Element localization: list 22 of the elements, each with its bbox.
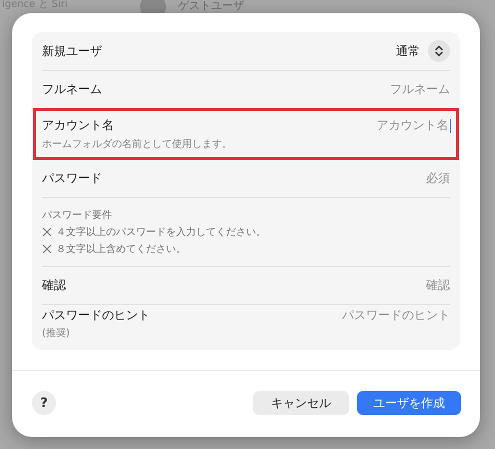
- input-field[interactable]: パスワードのヒント: [342, 307, 450, 324]
- field-label: 新規ユーザ: [42, 42, 102, 60]
- input-field[interactable]: 必須: [426, 170, 450, 187]
- field-caption: ホームフォルダの名前として使用します。: [42, 138, 233, 151]
- field-label: パスワードのヒント: [42, 307, 150, 324]
- field-label: フルネーム: [42, 81, 102, 98]
- requirement-text: ４文字以上のパスワードを入力してください。: [56, 226, 266, 239]
- user-list-item: ゲストユーザ: [178, 0, 244, 12]
- create-user-button[interactable]: ユーザを作成: [357, 391, 461, 415]
- input-field[interactable]: フルネーム: [390, 81, 450, 98]
- requirement-text: ８文字以上含めてください。: [56, 242, 186, 256]
- requirements-title: パスワード要件: [42, 209, 113, 222]
- field-caption: (推奨): [42, 326, 71, 340]
- field-label: 確認: [42, 277, 66, 294]
- input-field[interactable]: アカウント名: [376, 117, 451, 134]
- field-label: アカウント名: [42, 117, 114, 134]
- popup-value[interactable]: 通常: [396, 42, 420, 60]
- cancel-button[interactable]: キャンセル: [253, 391, 349, 415]
- input-field[interactable]: 確認: [426, 277, 450, 294]
- field-label: パスワード: [42, 170, 102, 187]
- help-button[interactable]: ?: [32, 391, 56, 415]
- stepper-icon[interactable]: [428, 40, 450, 62]
